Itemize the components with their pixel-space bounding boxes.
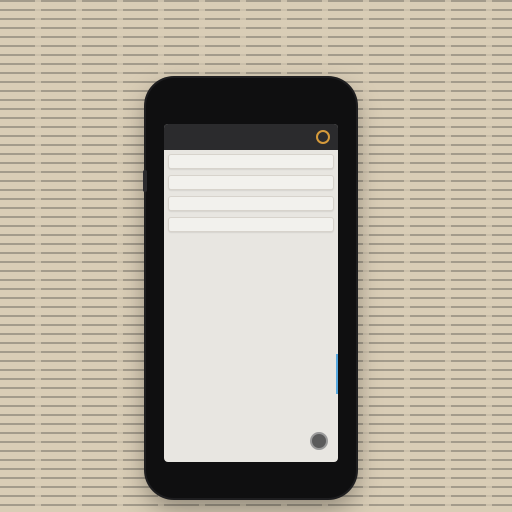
news-feed[interactable] bbox=[164, 150, 338, 242]
phone-screen bbox=[164, 124, 338, 462]
news-card-row bbox=[175, 223, 327, 226]
circle-action-icon[interactable] bbox=[310, 432, 328, 450]
screen-edge-highlight bbox=[336, 354, 338, 394]
phone-device bbox=[143, 78, 356, 498]
news-card[interactable] bbox=[168, 154, 334, 169]
app-bar bbox=[164, 124, 338, 150]
news-card[interactable] bbox=[168, 175, 334, 190]
news-card[interactable] bbox=[168, 217, 334, 232]
info-icon[interactable] bbox=[316, 130, 330, 144]
news-card[interactable] bbox=[168, 196, 334, 211]
side-button[interactable] bbox=[143, 170, 147, 192]
